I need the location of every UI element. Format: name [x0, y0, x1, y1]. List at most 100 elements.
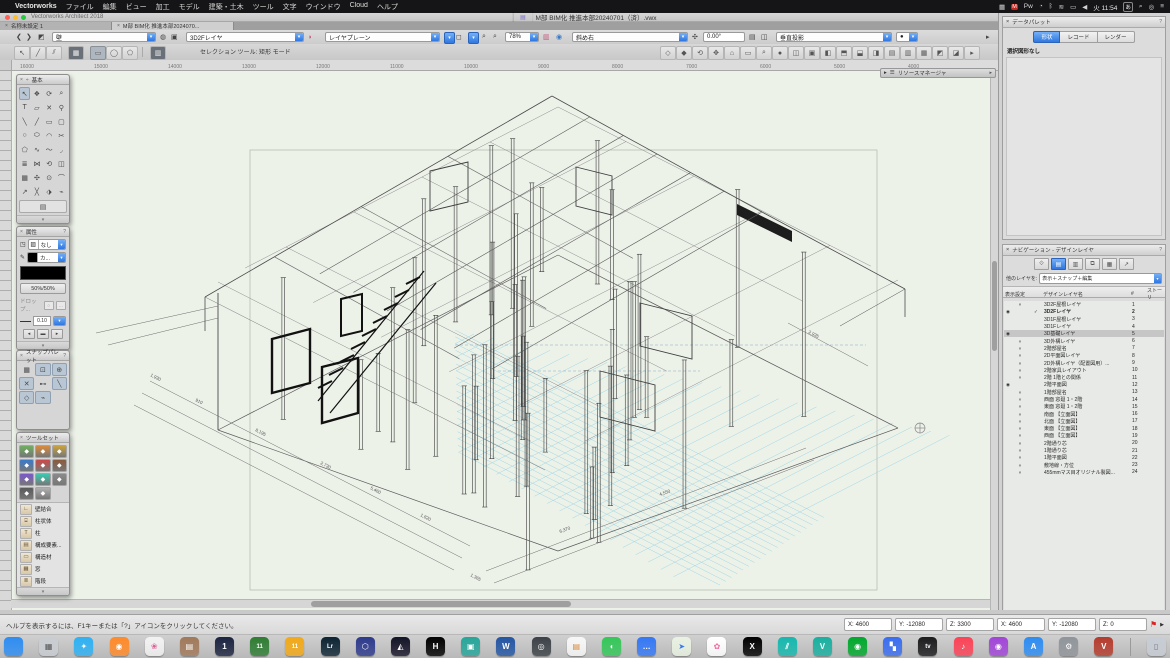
menu-item-2[interactable]: ビュー: [126, 2, 147, 12]
close-tab-icon[interactable]: ×: [5, 23, 8, 29]
dock-icon-podcasts[interactable]: ◉: [989, 637, 1008, 656]
layer-row[interactable]: ×南面 【立面図】16: [1004, 410, 1164, 417]
coordinate-field-0[interactable]: X:4600: [844, 618, 892, 631]
view-angle-field[interactable]: 0.00°: [703, 32, 745, 42]
look-at-plane-icon[interactable]: ▤: [749, 32, 756, 42]
drop-shadow-toggle[interactable]: ○: [44, 301, 54, 310]
freehand-tool[interactable]: 〜: [44, 143, 55, 156]
close-icon[interactable]: ×: [1006, 247, 1009, 253]
tab-render[interactable]: レンダー: [1098, 31, 1135, 43]
layer-visibility-toggle[interactable]: ×: [1006, 375, 1034, 380]
clip-tool[interactable]: ◫: [56, 157, 67, 170]
align-plane-icon[interactable]: ◫: [761, 32, 768, 42]
connect-tool[interactable]: ⌒: [56, 171, 67, 184]
view-tool-3[interactable]: ✥: [708, 46, 724, 60]
gradient-button[interactable]: 50%/50%: [20, 283, 66, 294]
bluetooth-icon[interactable]: ᛒ: [1049, 3, 1053, 10]
rounded-rectangle-tool[interactable]: ▢: [56, 115, 67, 128]
cat-gear-b[interactable]: ◆: [35, 487, 50, 500]
line-weight-value[interactable]: 0.10: [33, 316, 51, 326]
layer-row[interactable]: ×西面 【立面図】19: [1004, 432, 1164, 439]
dock-icon-steering[interactable]: ◎: [532, 637, 551, 656]
coordinate-field-3[interactable]: X:4600: [997, 618, 1045, 631]
view-tool-16[interactable]: ▦: [916, 46, 932, 60]
layer-visibility-toggle[interactable]: ×: [1006, 441, 1034, 446]
stair-tool[interactable]: ≣階段: [17, 575, 69, 587]
layer-row[interactable]: ×東面 【立面図】18: [1004, 425, 1164, 432]
layer-row[interactable]: ×2D外構レイヤ（配置図用）...9: [1004, 359, 1164, 366]
layer-visibility-toggle[interactable]: ×: [1006, 302, 1034, 307]
plane-mode-button[interactable]: ▾: [444, 32, 455, 44]
layer-name[interactable]: 3D基礎レイヤ: [1044, 330, 1132, 337]
input-source[interactable]: あ: [1123, 2, 1133, 12]
layer-name[interactable]: 東面 【立面図】: [1044, 425, 1132, 432]
layer-name[interactable]: 1階通り芯: [1044, 447, 1132, 454]
layer-visibility-toggle[interactable]: ×: [1006, 470, 1034, 475]
dock-icon-hey[interactable]: H: [426, 637, 445, 656]
view-tool-9[interactable]: ▣: [804, 46, 820, 60]
layer-name[interactable]: 1階部屋名: [1044, 389, 1132, 396]
cat-machine[interactable]: ◆: [52, 473, 67, 486]
oval-tool[interactable]: ⬭: [31, 129, 42, 142]
polygon-marquee-icon[interactable]: ⬠: [122, 46, 138, 60]
view-tool-8[interactable]: ◫: [788, 46, 804, 60]
dock-icon-parallels-11-yellow[interactable]: 11: [285, 637, 304, 656]
cat-gear-a[interactable]: ◆: [19, 487, 34, 500]
nav-viewports-icon[interactable]: ⧉: [1085, 258, 1100, 270]
view-tool-18[interactable]: ◪: [948, 46, 964, 60]
layer-row[interactable]: ◉✓3D2Fレイヤ2: [1004, 308, 1164, 315]
view-tool-15[interactable]: ▥: [900, 46, 916, 60]
rotate-view-icon[interactable]: ✣: [692, 32, 698, 42]
projection-dropdown[interactable]: 垂直投影▾: [776, 32, 892, 42]
layer-visibility-toggle[interactable]: ◉: [1006, 382, 1034, 388]
layer-row[interactable]: 3D1F屋根レイヤ3: [1004, 316, 1164, 323]
arc-tool[interactable]: ◠: [44, 129, 55, 142]
network-mode-icon[interactable]: ▥: [150, 46, 166, 60]
dock-icon-apple-tv[interactable]: tv: [918, 637, 937, 656]
lock-icon[interactable]: ◻: [456, 32, 462, 42]
close-icon[interactable]: ×: [1006, 19, 1009, 25]
horizontal-scrollbar[interactable]: [11, 599, 990, 608]
dock-icon-printer-3d[interactable]: ▣: [461, 637, 480, 656]
zoom-window-button[interactable]: [21, 15, 26, 20]
snap-grid[interactable]: ▦: [19, 363, 34, 376]
layer-visibility-toggle[interactable]: ×: [1006, 448, 1034, 453]
tab-shape[interactable]: 形状: [1033, 31, 1060, 43]
dock-icon-lightroom[interactable]: Lr: [321, 637, 340, 656]
dock-icon-launchpad[interactable]: ▦: [39, 637, 58, 656]
layer-name[interactable]: 敷地線・方位: [1044, 462, 1132, 469]
drop-shadow-options[interactable]: …: [56, 301, 66, 310]
layer-visibility-toggle[interactable]: ×: [1006, 419, 1034, 424]
layer-visibility-toggle[interactable]: ×: [1006, 397, 1034, 402]
volume-icon[interactable]: ◀: [1082, 3, 1087, 11]
eyedropper-tool[interactable]: ⚲: [56, 101, 67, 114]
center-mark-tool[interactable]: ⊙: [44, 171, 55, 184]
dock-icon-slashes[interactable]: ⫽: [778, 637, 797, 656]
layer-name[interactable]: 2D外構レイヤ（配置図用）...: [1044, 360, 1132, 367]
class-lock-icon[interactable]: ▣: [171, 32, 178, 42]
layer-visibility-toggle[interactable]: ×: [1006, 463, 1034, 468]
layer-row[interactable]: ×2階家具レイアウト10: [1004, 367, 1164, 374]
view-tool-17[interactable]: ◩: [932, 46, 948, 60]
dock-icon-one-dark[interactable]: 1: [215, 637, 234, 656]
dock-icon-maps[interactable]: ➤: [672, 637, 691, 656]
cat-doors-windows[interactable]: ◆: [19, 459, 34, 472]
offset-tool[interactable]: ≣: [19, 157, 30, 170]
snap-edge[interactable]: ╲: [52, 377, 67, 390]
dock-icon-app-store[interactable]: A: [1024, 637, 1043, 656]
toolbar-overflow-icon[interactable]: ▸: [986, 32, 990, 42]
nav-sheet-layers-icon[interactable]: ▥: [1068, 258, 1083, 270]
menu-item-10[interactable]: ヘルプ: [377, 2, 398, 12]
layer-visibility-toggle[interactable]: ×: [1006, 404, 1034, 409]
layer-mode-button[interactable]: ▾: [468, 32, 479, 44]
forward-icon[interactable]: ❯: [26, 32, 32, 42]
layer-visibility-toggle[interactable]: ×: [1006, 426, 1034, 431]
cat-furniture[interactable]: ◆: [35, 459, 50, 472]
dock-icon-x-app[interactable]: X: [743, 637, 762, 656]
view-tool-0[interactable]: ◇: [660, 46, 676, 60]
shear-tool[interactable]: ⬗: [44, 185, 55, 198]
view-tool-2[interactable]: ⟲: [692, 46, 708, 60]
back-icon[interactable]: ❮: [16, 32, 22, 42]
snap-angle[interactable]: ⊕: [52, 363, 67, 376]
display-icon[interactable]: ▭: [1070, 3, 1076, 11]
